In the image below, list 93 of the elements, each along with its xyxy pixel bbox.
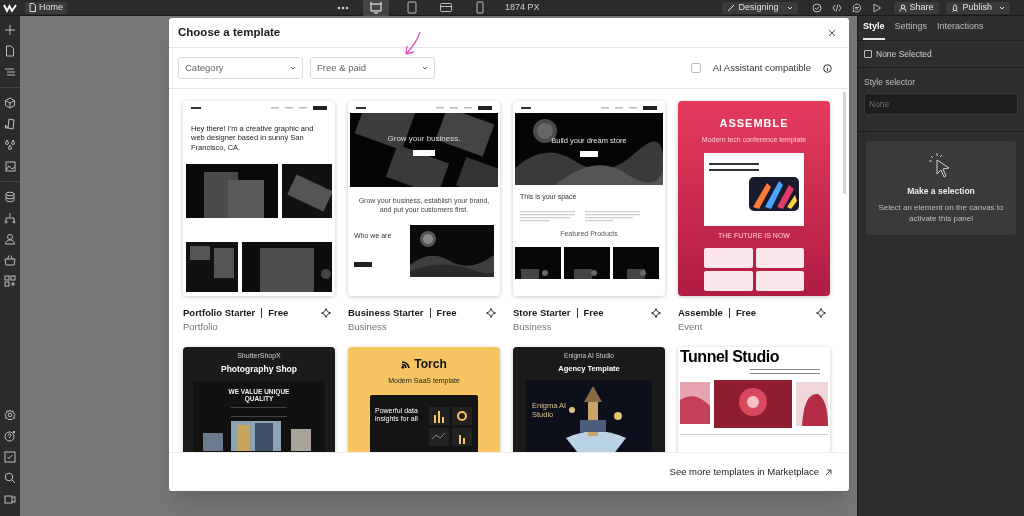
drops-icon[interactable] bbox=[4, 139, 16, 151]
category-label: Event bbox=[678, 320, 704, 334]
caret-icon bbox=[786, 5, 793, 10]
price-label: Free bbox=[268, 305, 289, 320]
close-icon[interactable] bbox=[828, 28, 836, 37]
category-label: Portfolio bbox=[183, 320, 219, 334]
comment-icon[interactable] bbox=[851, 2, 862, 13]
panel-tab[interactable]: Settings bbox=[894, 16, 928, 40]
logo-icon bbox=[3, 2, 17, 13]
code-icon[interactable] bbox=[831, 2, 842, 13]
mode-dropdown[interactable]: Designing bbox=[721, 1, 798, 14]
share-button[interactable]: Share bbox=[893, 1, 939, 14]
checkbox[interactable] bbox=[690, 63, 701, 73]
style-selector-field[interactable]: None bbox=[864, 92, 1018, 115]
page-icon[interactable] bbox=[4, 45, 16, 57]
wifi-logo-icon bbox=[401, 359, 412, 370]
apps-icon[interactable] bbox=[4, 275, 16, 287]
price-label: Free bbox=[583, 305, 604, 320]
caret-icon bbox=[998, 5, 1005, 10]
preview-tile bbox=[704, 270, 753, 291]
empty-state-text: Select an element on the canvas to activate this panel bbox=[877, 201, 1005, 224]
page-icon bbox=[29, 3, 36, 12]
empty-state-title: Make a selection bbox=[907, 184, 975, 198]
phone-icon bbox=[473, 1, 487, 14]
page-button[interactable]: Home bbox=[25, 1, 67, 14]
category-label: Business bbox=[348, 320, 388, 334]
preview-button-drawing bbox=[354, 262, 372, 267]
template-name: Assemble bbox=[678, 305, 723, 320]
template-name: Portfolio Starter bbox=[183, 305, 256, 320]
preview-tile bbox=[755, 247, 804, 268]
tablet-icon bbox=[405, 1, 419, 14]
preview-tile bbox=[704, 247, 753, 268]
price-label: Free bbox=[735, 305, 756, 320]
field-label: Style selector bbox=[864, 76, 917, 89]
info-icon[interactable] bbox=[823, 63, 832, 73]
more-icon[interactable] bbox=[337, 5, 349, 10]
help-icon[interactable] bbox=[4, 430, 16, 442]
checkbox[interactable] bbox=[864, 50, 872, 58]
navigator-icon[interactable] bbox=[4, 66, 16, 78]
settings-icon[interactable] bbox=[4, 409, 16, 421]
panel-tab[interactable]: Interactions bbox=[937, 16, 984, 40]
text-lines-drawing bbox=[231, 407, 287, 418]
check-circle-icon[interactable] bbox=[811, 2, 822, 13]
panel-tab[interactable]: Style bbox=[863, 16, 885, 40]
template-name: Store Starter bbox=[513, 305, 571, 320]
template-preview[interactable]: Tunnel Studio bbox=[678, 347, 830, 452]
preview-logo: Tunnel Studio bbox=[680, 348, 780, 366]
caret-icon bbox=[422, 66, 428, 70]
filter-dropdown[interactable]: Category bbox=[178, 57, 303, 79]
dialog-title: Choose a template bbox=[178, 24, 281, 40]
price-label: Free bbox=[436, 305, 457, 320]
text-lines-drawing bbox=[750, 368, 820, 374]
sparkle-icon[interactable] bbox=[651, 308, 661, 318]
external-arrow-icon bbox=[825, 468, 832, 476]
basket-icon[interactable] bbox=[4, 254, 16, 266]
sparkle-icon[interactable] bbox=[816, 308, 826, 318]
text-lines-drawing bbox=[709, 163, 759, 171]
preview-button-drawing bbox=[580, 151, 598, 158]
swatch-icon[interactable] bbox=[4, 118, 16, 130]
user-icon bbox=[898, 3, 907, 12]
checkbox-label: AI Assistant compatible bbox=[712, 60, 811, 75]
preview-logo: ASSEMBLE bbox=[719, 116, 789, 131]
preview-logo: Torch bbox=[414, 356, 447, 374]
database-icon[interactable] bbox=[4, 191, 16, 203]
cube-icon[interactable] bbox=[4, 97, 16, 109]
canvas-width: 1874 PX bbox=[505, 0, 540, 14]
preview-tile bbox=[755, 270, 804, 291]
user-icon[interactable] bbox=[4, 233, 16, 245]
preview-title: Photography Shop bbox=[221, 362, 297, 376]
preview-headline: Grow your business. bbox=[387, 133, 461, 145]
filter-dropdown[interactable]: Free & paid bbox=[310, 57, 435, 79]
video-icon[interactable] bbox=[4, 493, 16, 505]
selection-label: None Selected bbox=[876, 47, 932, 61]
caret-icon bbox=[290, 66, 296, 70]
image-icon[interactable] bbox=[4, 160, 16, 172]
sparkle-icon[interactable] bbox=[486, 308, 496, 318]
add-icon[interactable] bbox=[4, 24, 16, 36]
rocket-icon bbox=[950, 3, 959, 12]
preview-button-drawing bbox=[413, 150, 435, 156]
desktop-icon bbox=[369, 1, 383, 14]
chart-drawing bbox=[429, 406, 473, 447]
branch-icon[interactable] bbox=[4, 212, 16, 224]
search-icon[interactable] bbox=[4, 472, 16, 484]
category-label: Business bbox=[513, 320, 553, 334]
marketplace-link[interactable]: See more templates in Marketplace bbox=[669, 464, 832, 480]
sparkle-icon[interactable] bbox=[321, 308, 331, 318]
play-icon[interactable] bbox=[871, 2, 882, 13]
scrollbar-thumb[interactable] bbox=[843, 92, 846, 194]
brush-icon bbox=[726, 3, 735, 12]
tablet-landscape-icon bbox=[439, 1, 453, 14]
template-name: Business Starter bbox=[348, 305, 424, 320]
publish-button[interactable]: Publish bbox=[945, 1, 1010, 14]
checklist-icon[interactable] bbox=[4, 451, 16, 463]
